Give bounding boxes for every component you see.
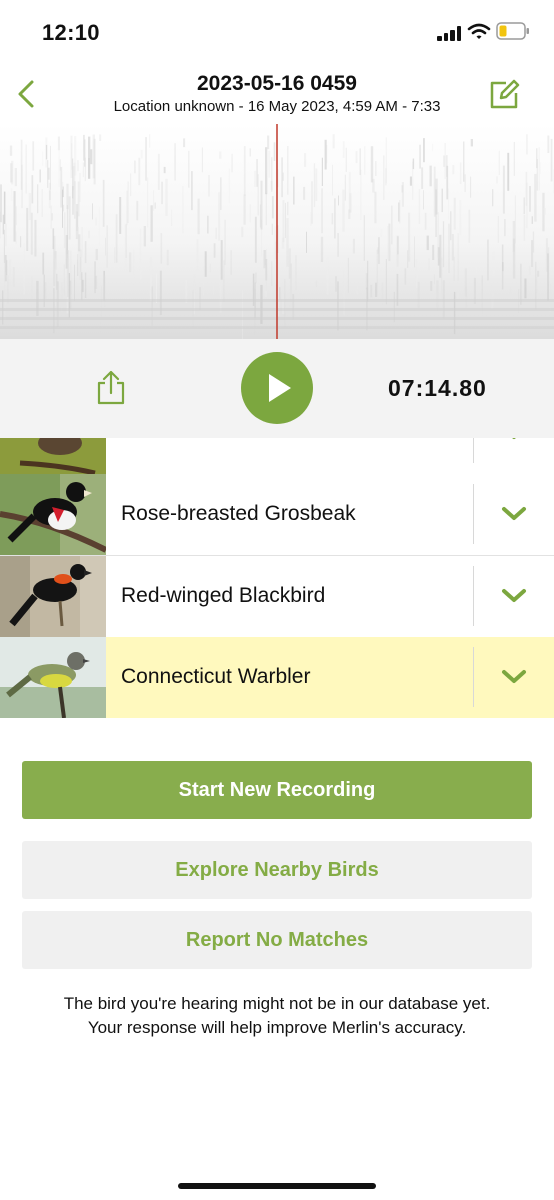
list-item-bird-1[interactable]: Rose-breasted Grosbeak <box>0 474 554 556</box>
recording-subtitle: Location unknown - 16 May 2023, 4:59 AM … <box>113 98 441 115</box>
bird-name: Rose-breasted Grosbeak <box>121 502 356 525</box>
bird-thumbnail <box>0 438 106 474</box>
explore-nearby-birds-button[interactable]: Explore Nearby Birds <box>22 841 532 899</box>
start-new-recording-button[interactable]: Start New Recording <box>22 761 532 819</box>
play-icon <box>269 374 291 402</box>
bird-thumbnail <box>0 556 106 637</box>
note-line-2: Your response will help improve Merlin's… <box>87 1018 467 1037</box>
spectrogram[interactable] <box>0 124 554 339</box>
wifi-icon <box>467 23 491 39</box>
status-bar: 12:10 <box>0 0 554 66</box>
list-item-bird-0[interactable] <box>0 438 554 475</box>
bird-thumbnail <box>0 474 106 555</box>
report-no-matches-button[interactable]: Report No Matches <box>22 911 532 969</box>
row-divider <box>473 438 474 463</box>
status-time: 12:10 <box>42 20 100 45</box>
chevron-down-icon[interactable] <box>501 667 527 687</box>
recording-title: 2023-05-16 0459 <box>197 72 357 95</box>
database-note: The bird you're hearing might not be in … <box>0 992 554 1040</box>
bird-name: Red-winged Blackbird <box>121 584 326 607</box>
chevron-down-icon[interactable] <box>501 504 527 524</box>
elapsed-time: 07:14.80 <box>388 375 487 401</box>
play-button[interactable] <box>241 352 313 424</box>
chevron-down-icon[interactable] <box>501 438 527 443</box>
player-bar: 07:14.80 <box>0 339 554 438</box>
bird-name: Connecticut Warbler <box>121 665 311 688</box>
home-indicator[interactable] <box>178 1183 376 1189</box>
share-icon[interactable] <box>95 369 127 407</box>
list-item-bird-2[interactable]: Red-winged Blackbird <box>0 556 554 638</box>
row-divider <box>473 566 474 626</box>
battery-icon <box>496 22 529 40</box>
bird-list: Rose-breasted Grosbeak Red-winged Blackb… <box>0 438 554 718</box>
row-divider <box>473 484 474 544</box>
spectrogram-image <box>0 124 554 339</box>
row-divider <box>473 647 474 707</box>
cellular-signal-icon <box>437 25 463 41</box>
note-line-1: The bird you're hearing might not be in … <box>63 994 491 1013</box>
list-item-bird-3[interactable]: Connecticut Warbler <box>0 637 554 718</box>
edit-icon[interactable] <box>487 78 521 112</box>
recording-header: 2023-05-16 0459 Location unknown - 16 Ma… <box>0 66 554 126</box>
chevron-down-icon[interactable] <box>501 586 527 606</box>
bird-thumbnail <box>0 637 106 718</box>
